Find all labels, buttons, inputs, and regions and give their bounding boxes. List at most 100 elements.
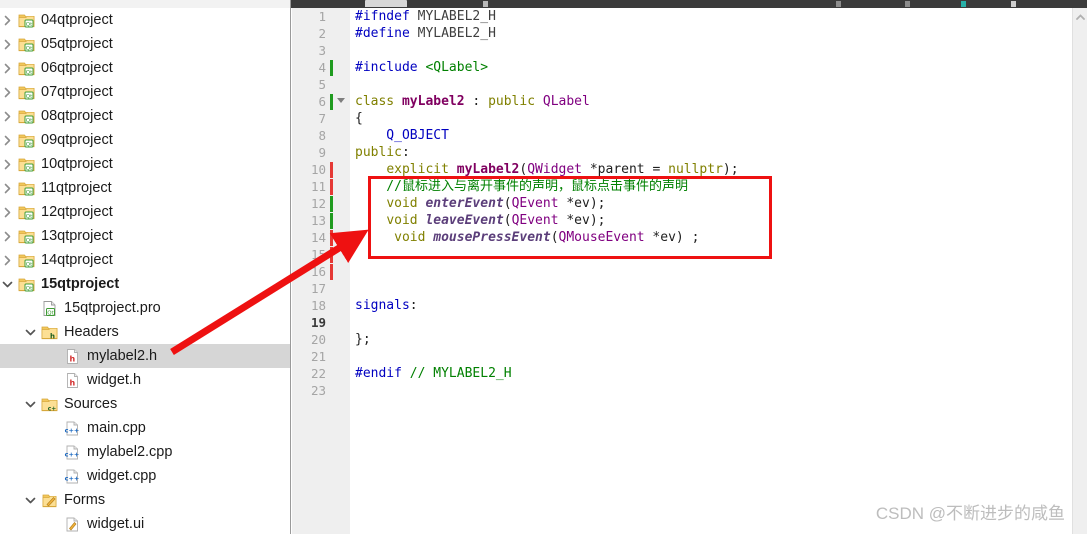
chevron-right-icon[interactable] <box>0 255 15 266</box>
chevron-right-icon[interactable] <box>0 135 15 146</box>
project-tree-panel[interactable]: Qt 04qtproject Qt 05qtproject Qt 06qtproject Q… <box>0 8 291 534</box>
chevron-down-icon[interactable] <box>23 496 38 505</box>
code-line[interactable]: 1 #ifndef MYLABEL2_H <box>292 8 1087 25</box>
tree-item-08qtproject[interactable]: Qt 08qtproject <box>0 104 290 128</box>
chevron-right-icon[interactable] <box>0 87 15 98</box>
svg-text:h: h <box>69 354 75 363</box>
tree-item-13qtproject[interactable]: Qt 13qtproject <box>0 224 290 248</box>
code-line[interactable]: 21 <box>292 348 1087 365</box>
toolbar-item-4[interactable] <box>961 1 966 7</box>
tree-item-widget-ui[interactable]: widget.ui <box>0 512 290 534</box>
code-line[interactable]: 9 public: <box>292 144 1087 161</box>
code-line[interactable]: 23 <box>292 382 1087 399</box>
headers-folder-icon: h <box>38 324 60 341</box>
tree-item-06qtproject[interactable]: Qt 06qtproject <box>0 56 290 80</box>
code-text-area[interactable]: 1 #ifndef MYLABEL2_H 2 #define MYLABEL2_H 3 4… <box>292 8 1087 534</box>
tree-item-widget-cpp[interactable]: c++ widget.cpp <box>0 464 290 488</box>
code-line-text: #ifndef MYLABEL2_H <box>355 8 496 25</box>
code-line-text: }; <box>355 331 371 348</box>
tree-item-forms[interactable]: Forms <box>0 488 290 512</box>
tree-item-07qtproject[interactable]: Qt 07qtproject <box>0 80 290 104</box>
tree-item-mylabel2-cpp[interactable]: c++ mylabel2.cpp <box>0 440 290 464</box>
h-file-icon: h <box>61 348 83 365</box>
tree-item-sources[interactable]: c+ Sources <box>0 392 290 416</box>
code-line[interactable]: 6 class myLabel2 : public QLabel <box>292 93 1087 110</box>
tree-item-04qtproject[interactable]: Qt 04qtproject <box>0 8 290 32</box>
code-line[interactable]: 8 Q_OBJECT <box>292 127 1087 144</box>
qt-project-folder-icon: Qt <box>15 108 37 125</box>
chevron-right-icon[interactable] <box>0 159 15 170</box>
tree-item-label: main.cpp <box>87 420 146 436</box>
line-number: 5 <box>318 77 326 92</box>
tree-item-label: mylabel2.h <box>87 348 158 364</box>
chevron-right-icon[interactable] <box>0 63 15 74</box>
chevron-down-icon[interactable] <box>0 280 15 289</box>
change-marker <box>330 230 333 246</box>
cpp-file-icon: c++ <box>61 468 83 485</box>
tree-item-05qtproject[interactable]: Qt 05qtproject <box>0 32 290 56</box>
tree-item-label: mylabel2.cpp <box>87 444 173 460</box>
code-line[interactable]: 20}; <box>292 331 1087 348</box>
code-line[interactable]: 15 <box>292 246 1087 263</box>
code-line[interactable]: 5 <box>292 76 1087 93</box>
chevron-right-icon[interactable] <box>0 111 15 122</box>
chevron-down-icon[interactable] <box>23 328 38 337</box>
chevron-right-icon[interactable] <box>0 207 15 218</box>
code-token: }; <box>355 332 371 347</box>
code-line[interactable]: 17 <box>292 280 1087 297</box>
code-line[interactable]: 22 #endif // MYLABEL2_H <box>292 365 1087 382</box>
fold-triangle-icon[interactable] <box>337 98 345 103</box>
code-line[interactable]: 18 signals: <box>292 297 1087 314</box>
cpp-file-icon: c++ <box>61 444 83 461</box>
code-line[interactable]: 3 <box>292 42 1087 59</box>
code-editor-panel[interactable]: 1 #ifndef MYLABEL2_H 2 #define MYLABEL2_H 3 4… <box>292 8 1087 534</box>
code-line[interactable]: 4 #include <QLabel> <box>292 59 1087 76</box>
tree-item-label: 12qtproject <box>41 204 113 220</box>
chevron-right-icon[interactable] <box>0 39 15 50</box>
qt-project-folder-icon: Qt <box>15 276 37 293</box>
code-line[interactable]: 2 #define MYLABEL2_H <box>292 25 1087 42</box>
code-line[interactable]: 16 <box>292 263 1087 280</box>
code-token: void <box>386 196 418 211</box>
chevron-up-icon[interactable] <box>1073 10 1087 24</box>
document-tab[interactable] <box>365 0 407 7</box>
code-line-text: void leaveEvent(QEvent *ev); <box>355 212 605 229</box>
code-line[interactable]: 10 explicit myLabel2(QWidget *parent = n… <box>292 161 1087 178</box>
qt-project-folder-icon: Qt <box>15 252 37 269</box>
tree-item-11qtproject[interactable]: Qt 11qtproject <box>0 176 290 200</box>
code-line[interactable]: 11 //鼠标进入与离开事件的声明，鼠标点击事件的声明 <box>292 178 1087 195</box>
line-number: 16 <box>310 264 326 279</box>
code-token: nullptr <box>668 162 723 177</box>
code-line[interactable]: 12 void enterEvent(QEvent *ev); <box>292 195 1087 212</box>
qt-project-folder-icon: Qt <box>15 60 37 77</box>
code-line[interactable]: 14 void mousePressEvent(QMouseEvent *ev)… <box>292 229 1087 246</box>
tree-item-14qtproject[interactable]: Qt 14qtproject <box>0 248 290 272</box>
toolbar-item-5[interactable] <box>1011 1 1016 7</box>
chevron-down-icon[interactable] <box>23 400 38 409</box>
tree-item-mylabel2-h[interactable]: h mylabel2.h <box>0 344 290 368</box>
line-number: 6 <box>318 94 326 109</box>
code-token: public <box>488 94 536 109</box>
chevron-right-icon[interactable] <box>0 231 15 242</box>
tree-item-09qtproject[interactable]: Qt 09qtproject <box>0 128 290 152</box>
code-line[interactable]: 13 void leaveEvent(QEvent *ev); <box>292 212 1087 229</box>
tree-item-main-cpp[interactable]: c++ main.cpp <box>0 416 290 440</box>
tree-item-10qtproject[interactable]: Qt 10qtproject <box>0 152 290 176</box>
toolbar-item-3[interactable] <box>905 1 910 7</box>
tree-item-label: 14qtproject <box>41 252 113 268</box>
change-marker <box>330 247 333 263</box>
toolbar-item-2[interactable] <box>836 1 841 7</box>
tree-item-15qtproject[interactable]: Qt 15qtproject <box>0 272 290 296</box>
tree-item-15qtproject-pro[interactable]: Qt 15qtproject.pro <box>0 296 290 320</box>
code-line[interactable]: 7{ <box>292 110 1087 127</box>
svg-text:c++: c++ <box>64 474 79 482</box>
tree-item-headers[interactable]: h Headers <box>0 320 290 344</box>
chevron-right-icon[interactable] <box>0 183 15 194</box>
editor-vertical-scrollbar[interactable] <box>1072 8 1087 534</box>
code-line[interactable]: 19 <box>292 314 1087 331</box>
toolbar-item-1[interactable] <box>483 1 488 7</box>
tree-item-12qtproject[interactable]: Qt 12qtproject <box>0 200 290 224</box>
tree-item-widget-h[interactable]: h widget.h <box>0 368 290 392</box>
chevron-right-icon[interactable] <box>0 15 15 26</box>
